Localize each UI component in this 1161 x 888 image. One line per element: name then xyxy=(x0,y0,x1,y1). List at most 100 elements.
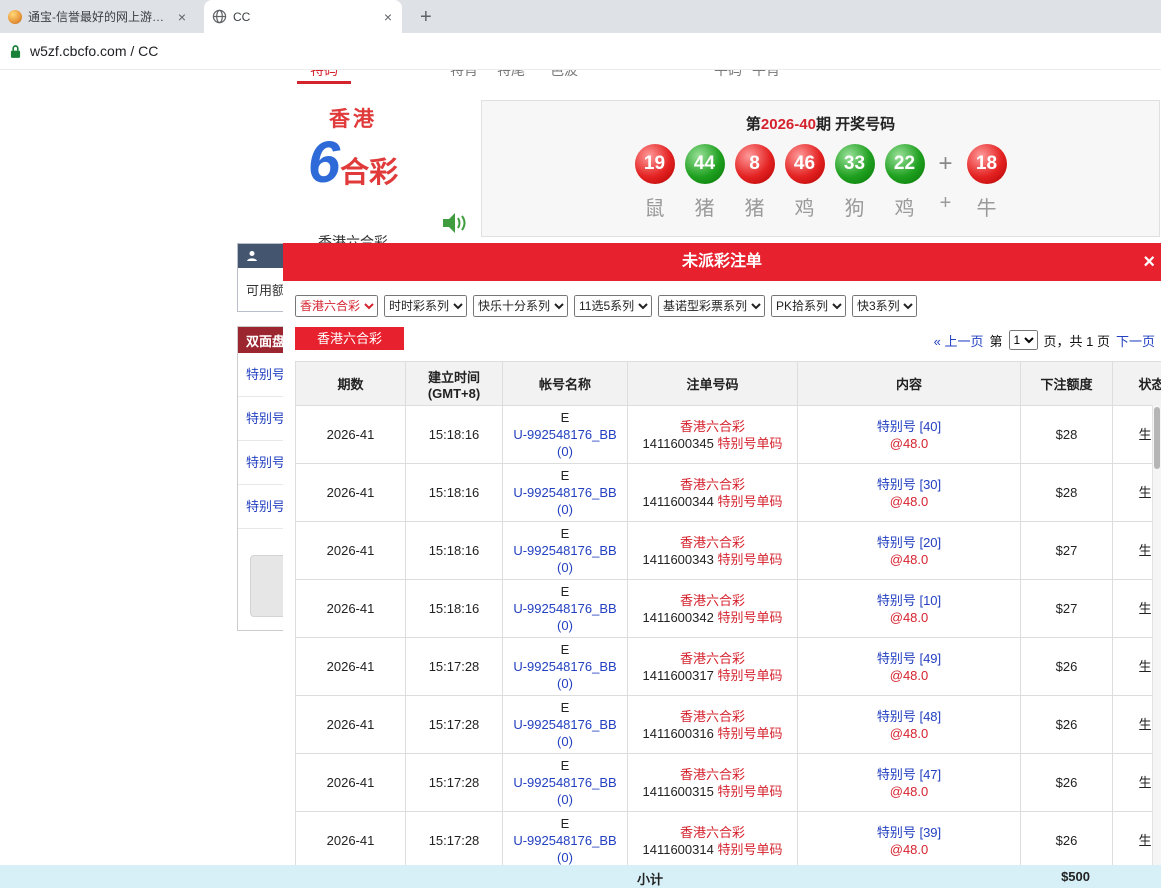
account-suffix-link[interactable]: (0) xyxy=(557,734,573,749)
speaker-icon[interactable] xyxy=(443,213,467,233)
content-link[interactable]: 特别号 [39] xyxy=(877,825,941,840)
cell-bet-number: 香港六合彩 1411600343 特别号单码 xyxy=(628,522,798,580)
content-link[interactable]: 特别号 [20] xyxy=(877,535,941,550)
account-suffix-link[interactable]: (0) xyxy=(557,850,573,865)
game-filter-select[interactable]: 香港六合彩 xyxy=(295,295,378,317)
plus-sign: + xyxy=(940,192,952,215)
series-filter-select[interactable]: 基诺型彩票系列 xyxy=(658,295,765,317)
nav-tab[interactable]: 特码 xyxy=(297,70,351,84)
bet-number: 1411600344 xyxy=(643,494,714,509)
lottery-ball: 44 猪 xyxy=(685,144,725,221)
lottery-ball: 8 猪 xyxy=(735,144,775,221)
account-suffix-link[interactable]: (0) xyxy=(557,444,573,459)
lottery-ball: 19 鼠 xyxy=(635,144,675,221)
content-odds: @48.0 xyxy=(802,551,1016,568)
account-link[interactable]: U-992548176_BB xyxy=(513,717,616,732)
next-page-link[interactable]: 下一页 xyxy=(1116,331,1155,350)
filter-row: 香港六合彩 时时彩系列 快乐十分系列 11选5系列 基诺型彩票系列 xyxy=(283,281,1161,317)
scrollbar-thumb[interactable] xyxy=(1154,407,1160,469)
table-row: 2026-41 15:18:16 E U-992548176_BB (0) 香港… xyxy=(296,464,1161,522)
content-link[interactable]: 特别号 [47] xyxy=(877,767,941,782)
cell-issue: 2026-41 xyxy=(296,812,406,870)
new-tab-button[interactable]: + xyxy=(420,7,432,27)
browser-tab-other[interactable]: 通宝-信誉最好的网上游戏平... × xyxy=(0,0,196,33)
account-link[interactable]: U-992548176_BB xyxy=(513,833,616,848)
lock-icon xyxy=(10,44,21,59)
user-icon xyxy=(246,250,258,262)
account-link[interactable]: U-992548176_BB xyxy=(513,601,616,616)
column-header: 下注额度 xyxy=(1021,362,1113,406)
lottery-ball: 22 鸡 xyxy=(885,144,925,221)
nav-tab[interactable]: 特尾 xyxy=(497,70,525,84)
logo-hecai: 合彩 xyxy=(340,157,398,189)
account-suffix-link[interactable]: (0) xyxy=(557,792,573,807)
bet-game-name: 香港六合彩 xyxy=(632,534,793,551)
cell-time: 15:18:16 xyxy=(406,522,503,580)
series-filter-select[interactable]: 快乐十分系列 xyxy=(473,295,568,317)
tab-title: 通宝-信誉最好的网上游戏平... xyxy=(28,8,170,25)
bet-type: 特别号单码 xyxy=(717,842,782,857)
account-link[interactable]: U-992548176_BB xyxy=(513,775,616,790)
account-suffix-link[interactable]: (0) xyxy=(557,560,573,575)
column-header: 注单号码 xyxy=(628,362,798,406)
page-select[interactable]: 1 xyxy=(1009,330,1038,350)
content-link[interactable]: 特别号 [10] xyxy=(877,593,941,608)
account-suffix-link[interactable]: (0) xyxy=(557,502,573,517)
logo-six: 6 xyxy=(308,130,340,195)
browser-tab-active[interactable]: CC × xyxy=(204,0,402,33)
draw-result-panel: 第2026-40期 开奖号码 19 鼠 44 猪 8 xyxy=(481,100,1160,237)
account-link[interactable]: U-992548176_BB xyxy=(513,659,616,674)
series-filter-select[interactable]: PK拾系列 xyxy=(771,295,846,317)
content-link[interactable]: 特别号 [49] xyxy=(877,651,941,666)
cell-time: 15:17:28 xyxy=(406,754,503,812)
cell-content: 特别号 [40] @48.0 xyxy=(798,406,1021,464)
content-link[interactable]: 特别号 [30] xyxy=(877,477,941,492)
column-header: 状态 xyxy=(1113,362,1161,406)
cell-time: 15:18:16 xyxy=(406,406,503,464)
site-logo: 香港 6合彩 香港六合彩 xyxy=(293,103,413,252)
table-header-row: 期数 建立时间 (GMT+8) 帐号名称 注单号码 内容 下注额度 状态 xyxy=(296,362,1161,406)
account-link[interactable]: U-992548176_BB xyxy=(513,427,616,442)
vertical-scrollbar[interactable] xyxy=(1152,405,1161,865)
content-link[interactable]: 特别号 [48] xyxy=(877,709,941,724)
content-link[interactable]: 特别号 [40] xyxy=(877,419,941,434)
cell-content: 特别号 [47] @48.0 xyxy=(798,754,1021,812)
close-icon[interactable]: × xyxy=(1139,243,1159,281)
cell-account: E U-992548176_BB (0) xyxy=(503,406,628,464)
series-filter-select[interactable]: 11选5系列 xyxy=(574,295,652,317)
account-suffix-link[interactable]: (0) xyxy=(557,676,573,691)
draw-issue-number: 2026-40 xyxy=(761,116,816,133)
tab-close-icon[interactable]: × xyxy=(382,9,394,25)
bet-type: 特别号单码 xyxy=(717,494,782,509)
lottery-ball: 33 狗 xyxy=(835,144,875,221)
account-suffix-link[interactable]: (0) xyxy=(557,618,573,633)
nav-tab[interactable]: 特肖 xyxy=(450,70,478,84)
nav-tab[interactable]: 平肖 xyxy=(752,70,780,84)
cell-bet-number: 香港六合彩 1411600345 特别号单码 xyxy=(628,406,798,464)
site-favicon-icon xyxy=(8,10,22,24)
logo-text-main: 6合彩 xyxy=(293,133,413,208)
address-bar[interactable]: w5zf.cbcfo.com / CC xyxy=(0,33,1161,70)
account-link[interactable]: U-992548176_BB xyxy=(513,543,616,558)
cell-time: 15:17:28 xyxy=(406,696,503,754)
cell-bet-number: 香港六合彩 1411600317 特别号单码 xyxy=(628,638,798,696)
table-row: 2026-41 15:18:16 E U-992548176_BB (0) 香港… xyxy=(296,406,1161,464)
cell-issue: 2026-41 xyxy=(296,696,406,754)
subtotal-label: 小计 xyxy=(637,869,663,888)
account-link[interactable]: U-992548176_BB xyxy=(513,485,616,500)
page-label: 第 xyxy=(990,331,1003,350)
series-filter-select[interactable]: 快3系列 xyxy=(852,295,917,317)
tab-close-icon[interactable]: × xyxy=(176,9,188,25)
series-filter-select[interactable]: 时时彩系列 xyxy=(384,295,467,317)
cell-account: E U-992548176_BB (0) xyxy=(503,464,628,522)
table-row: 2026-41 15:17:28 E U-992548176_BB (0) 香港… xyxy=(296,812,1161,870)
column-header: 建立时间 (GMT+8) xyxy=(406,362,503,406)
prev-page-link[interactable]: « 上一页 xyxy=(934,331,984,350)
bet-number: 1411600343 xyxy=(643,552,714,567)
game-tab-active[interactable]: 香港六合彩 xyxy=(295,327,404,350)
cell-content: 特别号 [20] @48.0 xyxy=(798,522,1021,580)
draw-balls-row: 19 鼠 44 猪 8 猪 46 鸡 xyxy=(482,144,1159,221)
nav-tab[interactable]: 色波 xyxy=(550,70,578,84)
subtotal-total: $500 xyxy=(1061,869,1090,884)
nav-tab[interactable]: 平码 xyxy=(714,70,742,84)
